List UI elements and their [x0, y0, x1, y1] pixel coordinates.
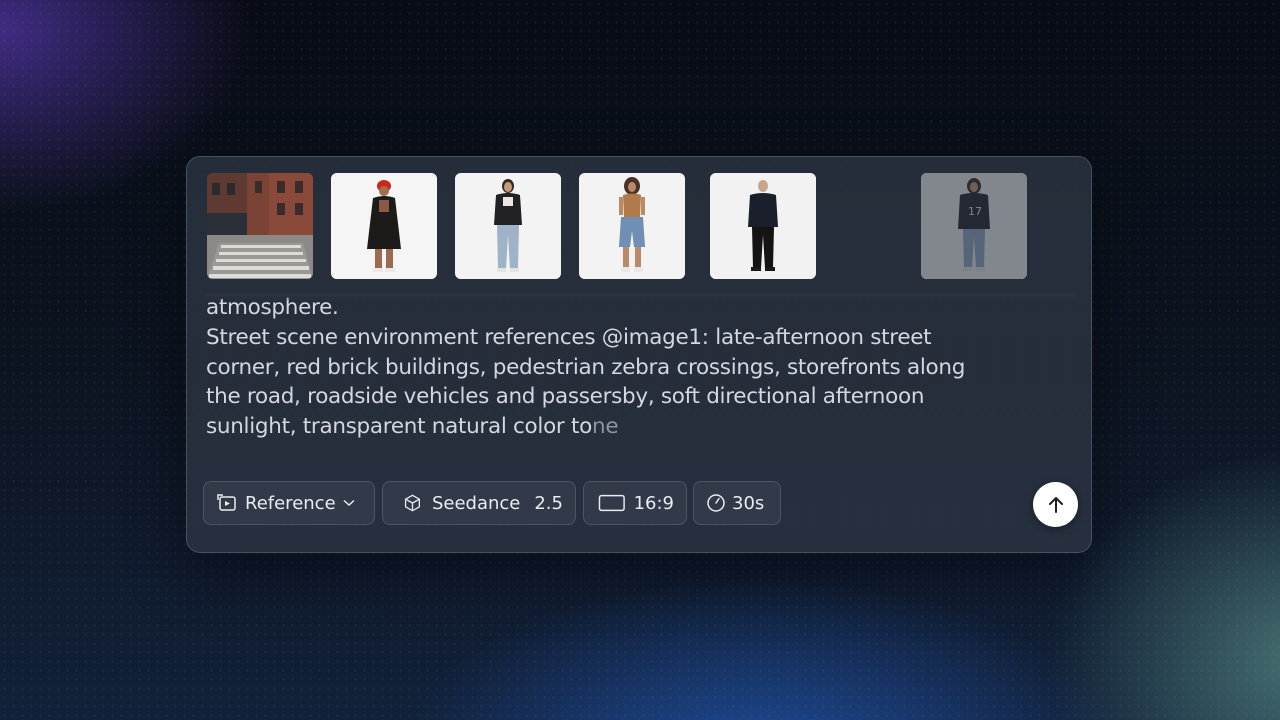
- clock-icon: [707, 494, 725, 512]
- thumbnail-overlay: [921, 173, 1027, 279]
- reference-image-2[interactable]: [331, 173, 437, 279]
- prompt-scroll-fade: [206, 293, 1076, 301]
- cube-icon: [404, 494, 421, 512]
- person-dark-outfit-thumbnail: [710, 173, 816, 279]
- prompt-line-text: sunlight, transparent natural color to: [206, 414, 592, 440]
- prompt-composer-card: 17 atmosphere. Street scene environment …: [186, 156, 1092, 553]
- reference-image-6[interactable]: 17: [921, 173, 1027, 279]
- street-scene-thumbnail: [207, 173, 313, 279]
- aspect-ratio-icon: [598, 494, 625, 512]
- reference-mode-label: Reference: [245, 492, 336, 514]
- aspect-ratio-label: 16:9: [633, 492, 674, 514]
- reference-video-icon: [217, 494, 236, 511]
- prompt-typing-tail: ne: [592, 414, 619, 440]
- prompt-line: corner, red brick buildings, pedestrian …: [206, 354, 966, 380]
- chevron-down-icon: [343, 499, 355, 507]
- reference-image-1[interactable]: [207, 173, 313, 279]
- person-jeans-thumbnail: [455, 173, 561, 279]
- prompt-text-area[interactable]: atmosphere. Street scene environment ref…: [206, 293, 1076, 445]
- person-red-hat-coat-thumbnail: [331, 173, 437, 279]
- reference-mode-dropdown[interactable]: Reference: [203, 481, 375, 525]
- prompt-line-last: sunlight, transparent natural color tone: [206, 412, 1076, 442]
- prompt-line: the road, roadside vehicles and passersb…: [206, 384, 925, 410]
- reference-image-4[interactable]: [579, 173, 685, 279]
- reference-image-3[interactable]: [455, 173, 561, 279]
- send-button[interactable]: [1033, 482, 1078, 527]
- arrow-up-icon: [1048, 496, 1063, 513]
- aspect-ratio-button[interactable]: 16:9: [583, 481, 687, 525]
- prompt-line: Street scene environment references @ima…: [206, 324, 932, 350]
- model-selector-button[interactable]: Seedance 2.5: [382, 481, 576, 525]
- duration-button[interactable]: 30s: [693, 481, 781, 525]
- person-denim-shorts-thumbnail: [579, 173, 685, 279]
- reference-image-5[interactable]: [710, 173, 816, 279]
- model-version: 2.5: [534, 492, 563, 514]
- duration-label: 30s: [732, 492, 765, 514]
- model-name: Seedance: [431, 492, 521, 514]
